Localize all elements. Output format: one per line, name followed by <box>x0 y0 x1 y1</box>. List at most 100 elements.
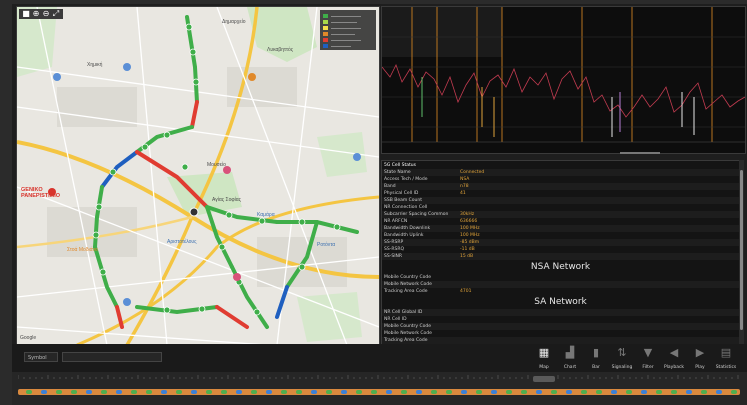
tool-play-button[interactable]: ▶ Play <box>688 346 712 372</box>
timeline-marker[interactable] <box>116 390 122 394</box>
info-row: Tracking Area Code 4701 <box>382 288 739 295</box>
timeline-marker[interactable] <box>596 390 602 394</box>
timeline-marker[interactable] <box>641 390 647 394</box>
timeline-marker[interactable] <box>656 390 662 394</box>
timeline-marker[interactable] <box>41 390 47 394</box>
info-row: SS-SINR 15 dB <box>382 253 739 260</box>
timeline-marker[interactable] <box>341 390 347 394</box>
timeline-marker[interactable] <box>311 390 317 394</box>
info-key: Mobile Network Code <box>384 331 432 336</box>
map-toolbar: ■ ⊕ ⊖ ⤢ <box>19 9 63 19</box>
timeline-marker[interactable] <box>701 390 707 394</box>
timeline-marker[interactable] <box>536 390 542 394</box>
timeline-marker[interactable] <box>101 390 107 394</box>
info-key: Tracking Area Code <box>384 289 428 294</box>
timeline-marker[interactable] <box>251 390 257 394</box>
timeline-marker[interactable] <box>131 390 137 394</box>
timeline-marker[interactable] <box>176 390 182 394</box>
timeline-marker[interactable] <box>266 390 272 394</box>
info-value: -11 dB <box>460 247 475 252</box>
info-row: SSB Beam Count <box>382 197 739 204</box>
tool-label: Statistics <box>715 365 737 370</box>
timeline-marker[interactable] <box>686 390 692 394</box>
info-key: SSB Beam Count <box>384 198 423 203</box>
info-key: NR ARFCN <box>384 219 408 224</box>
timeline-marker[interactable] <box>146 390 152 394</box>
map-legend <box>320 10 376 50</box>
timeline-marker[interactable] <box>296 390 302 394</box>
info-row: Subcarrier Spacing Common 30kHz <box>382 211 739 218</box>
timeline-marker[interactable] <box>626 390 632 394</box>
timeline-marker[interactable] <box>671 390 677 394</box>
timeline-marker[interactable] <box>86 390 92 394</box>
timeline-marker[interactable] <box>236 390 242 394</box>
info-key: Physical Cell ID <box>384 191 419 196</box>
timeline-marker[interactable] <box>716 390 722 394</box>
square-icon[interactable]: ■ <box>22 10 30 18</box>
tool-chart-button[interactable]: ▟ Chart <box>558 346 582 372</box>
info-key: SS-RSRP <box>384 240 404 245</box>
map-canvas[interactable] <box>17 7 379 345</box>
info-row: Mobile Network Code <box>382 330 739 337</box>
timeline-marker[interactable] <box>221 390 227 394</box>
timeline-marker[interactable] <box>56 390 62 394</box>
info-value: 41 <box>460 191 466 196</box>
info-key: Mobile Country Code <box>384 275 432 280</box>
timeline-marker[interactable] <box>731 390 737 394</box>
timeline-marker[interactable] <box>461 390 467 394</box>
timeline-marker[interactable] <box>386 390 392 394</box>
timeline-marker[interactable] <box>161 390 167 394</box>
timeline-marker[interactable] <box>551 390 557 394</box>
timeline-handle[interactable] <box>533 376 555 382</box>
tool-signaling-button[interactable]: ⇅ Signaling <box>610 346 634 372</box>
symbol-select[interactable]: Symbol <box>24 352 58 362</box>
tool-filter-button[interactable]: ▼ Filter <box>636 346 660 372</box>
metric-select[interactable] <box>62 352 162 362</box>
timeline-marker[interactable] <box>26 390 32 394</box>
info-value: -85 dBm <box>460 240 480 245</box>
timeline-marker[interactable] <box>371 390 377 394</box>
timeline-marker[interactable] <box>446 390 452 394</box>
timeline-marker[interactable] <box>491 390 497 394</box>
tool-playback-button[interactable]: ◀ Playback <box>662 346 686 372</box>
timeline-marker[interactable] <box>356 390 362 394</box>
info-key: Tracking Area Code <box>384 338 428 343</box>
timeline-marker[interactable] <box>476 390 482 394</box>
panel-splitter[interactable] <box>620 152 660 154</box>
timeline-marker[interactable] <box>611 390 617 394</box>
timeline-marker[interactable] <box>566 390 572 394</box>
info-row: SS-RSRP -85 dBm <box>382 239 739 246</box>
info-row: NR ARFCN 636666 <box>382 218 739 225</box>
map-label: Λυκαβηττός <box>267 47 294 53</box>
chart-canvas[interactable] <box>382 7 745 153</box>
timeline-marker[interactable] <box>431 390 437 394</box>
timeline-marker[interactable] <box>581 390 587 394</box>
info-value: 4701 <box>460 289 472 294</box>
timeline-marker[interactable] <box>326 390 332 394</box>
info-value: 30kHz <box>460 212 475 217</box>
info-scrollbar[interactable] <box>739 160 744 344</box>
timeline-marker[interactable] <box>416 390 422 394</box>
timeline-marker[interactable] <box>206 390 212 394</box>
zoom-out-icon[interactable]: ⊖ <box>42 10 50 18</box>
map-view[interactable]: ■ ⊕ ⊖ ⤢ Δημαρχείο Λυκαβηττός Χημική GENI… <box>16 6 380 346</box>
map-label: Αριστοτέλους <box>167 239 197 245</box>
tool-statistics-button[interactable]: ▤ Statistics <box>714 346 738 372</box>
signal-chart[interactable] <box>381 6 746 154</box>
fullscreen-icon[interactable]: ⤢ <box>52 10 60 18</box>
scrollbar-thumb[interactable] <box>740 170 743 330</box>
timeline-marker[interactable] <box>401 390 407 394</box>
info-key: Bandwidth Downlink <box>384 226 431 231</box>
timeline-marker[interactable] <box>191 390 197 394</box>
info-key: Bandwidth Uplink <box>384 233 424 238</box>
info-key: Mobile Network Code <box>384 282 432 287</box>
tool-map-button[interactable]: ▦ Map <box>532 346 556 372</box>
zoom-in-icon[interactable]: ⊕ <box>32 10 40 18</box>
timeline-marker[interactable] <box>281 390 287 394</box>
timeline[interactable] <box>12 372 747 405</box>
timeline-marker[interactable] <box>71 390 77 394</box>
timeline-marker[interactable] <box>506 390 512 394</box>
tool-bar-button[interactable]: ▮ Bar <box>584 346 608 372</box>
info-row: Bandwidth Downlink 100 MHz <box>382 225 739 232</box>
timeline-marker[interactable] <box>521 390 527 394</box>
